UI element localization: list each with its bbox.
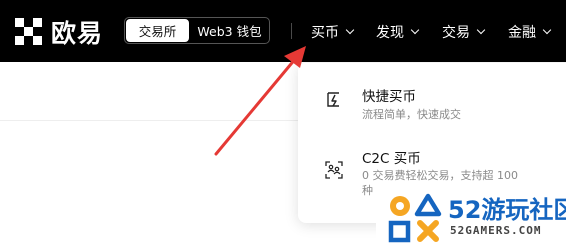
chevron-down-icon: [542, 25, 552, 35]
nav-buy-crypto[interactable]: 买币: [311, 22, 355, 42]
exchange-tab[interactable]: 交易所: [126, 19, 189, 42]
nav-label: 交易: [442, 25, 470, 41]
menu-item-quick-buy[interactable]: 快捷买币 流程简单，快速成交: [298, 73, 566, 143]
menu-item-title: 快捷买币: [362, 89, 416, 105]
web3-wallet-tab[interactable]: Web3 钱包: [190, 18, 269, 43]
quick-buy-icon: [327, 92, 339, 107]
watermark-subtitle: 52GAMERS.COM: [450, 224, 542, 237]
c2c-icon: [325, 161, 343, 179]
watermark-logo-icon: [388, 193, 442, 243]
menu-item-desc: 流程简单，快速成交: [362, 108, 461, 121]
nav-label: 买币: [311, 25, 339, 41]
brand-name: 欧易: [51, 19, 104, 48]
menu-item-desc: 0 交易费轻松交易，支持超 100: [362, 169, 518, 182]
brand-logo[interactable]: 欧易: [15, 14, 103, 50]
menu-item-desc-continued: 种: [362, 184, 373, 197]
chevron-down-icon: [410, 25, 420, 35]
nav-label: 金融: [508, 25, 536, 41]
chevron-down-icon: [476, 25, 486, 35]
top-nav-bar: 欧易 交易所 Web3 钱包 买币 发现 交易 金融: [0, 0, 566, 62]
watermark-title: 52游玩社区: [448, 196, 566, 224]
mode-switch: 交易所 Web3 钱包: [124, 17, 270, 44]
nav-trade[interactable]: 交易: [442, 22, 486, 42]
menu-item-title: C2C 买币: [362, 151, 421, 167]
nav-discover[interactable]: 发现: [376, 22, 420, 42]
watermark: 52游玩社区 52GAMERS.COM: [376, 186, 566, 250]
nav-label: 发现: [376, 25, 404, 41]
nav-divider: [291, 23, 292, 39]
nav-finance[interactable]: 金融: [508, 22, 552, 42]
chevron-down-icon: [345, 25, 355, 35]
okx-logo-icon: [15, 18, 43, 46]
page-divider: [0, 120, 300, 121]
